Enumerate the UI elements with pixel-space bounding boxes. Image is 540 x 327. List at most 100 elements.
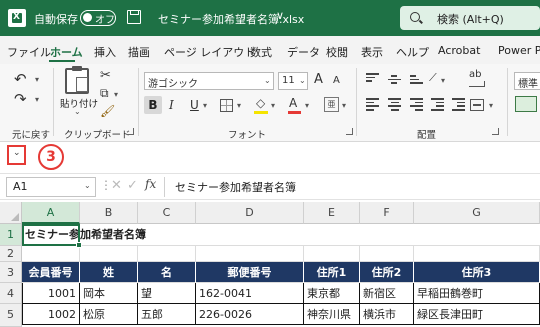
align-right-icon[interactable]	[410, 98, 423, 111]
redo-icon[interactable]: ↷	[14, 90, 27, 108]
align-center-icon[interactable]	[388, 98, 401, 111]
title-cell[interactable]: セミナー参加希望者名簿	[22, 224, 540, 246]
font-color-dropdown-icon[interactable]: ▾	[305, 101, 309, 110]
grid-cell[interactable]	[196, 246, 304, 262]
address3-cell[interactable]: 緑区長津田町	[414, 304, 540, 325]
address1-cell[interactable]: 神奈川県	[304, 304, 360, 325]
tab-file[interactable]: ファイル	[7, 44, 51, 60]
address2-cell[interactable]: 新宿区	[360, 283, 414, 304]
accounting-format-icon[interactable]	[515, 96, 537, 112]
last-name-cell[interactable]: 岡本	[80, 283, 138, 304]
increase-indent-icon[interactable]	[452, 98, 465, 111]
fill-color-dropdown-icon[interactable]: ▾	[271, 101, 275, 110]
tab-home[interactable]: ホーム	[50, 44, 83, 60]
paste-icon[interactable]	[65, 66, 89, 94]
align-bottom-icon[interactable]	[410, 75, 423, 86]
tab-insert[interactable]: 挿入	[94, 44, 116, 60]
row-header-1[interactable]: 1	[0, 224, 22, 246]
column-header-a[interactable]: A	[22, 202, 80, 224]
name-box-caret-icon[interactable]: ⌄	[84, 181, 91, 190]
row-header-2[interactable]: 2	[0, 246, 22, 262]
save-icon[interactable]	[127, 10, 141, 24]
copy-icon[interactable]: ⧉	[100, 86, 109, 101]
select-all-corner[interactable]	[0, 202, 22, 224]
table-header-cell[interactable]: 姓	[80, 262, 138, 283]
fill-handle[interactable]	[76, 242, 82, 248]
format-painter-icon[interactable]: 🖌	[100, 104, 115, 118]
postal-code-cell[interactable]: 226-0026	[196, 304, 304, 325]
table-header-cell[interactable]: 住所1	[304, 262, 360, 283]
member-number-cell[interactable]: 1002	[22, 304, 80, 325]
shrink-font-icon[interactable]: A	[333, 75, 340, 86]
formula-bar-grip-icon[interactable]: ⋮	[100, 178, 112, 192]
last-name-cell[interactable]: 松原	[80, 304, 138, 325]
column-header-b[interactable]: B	[80, 202, 138, 224]
table-header-cell[interactable]: 名	[138, 262, 196, 283]
column-header-g[interactable]: G	[414, 202, 540, 224]
grow-font-icon[interactable]: A	[314, 72, 323, 87]
orientation-dropdown-icon[interactable]: ▾	[441, 76, 445, 85]
autosave-toggle[interactable]: オフ	[80, 10, 116, 26]
undo-icon[interactable]: ↶	[14, 70, 27, 88]
alignment-launcher-icon[interactable]	[492, 128, 499, 135]
grid-cell[interactable]	[360, 246, 414, 262]
first-name-cell[interactable]: 望	[138, 283, 196, 304]
quick-access-dropdown[interactable]: ⌄	[7, 145, 26, 165]
copy-dropdown-icon[interactable]: ▾	[114, 90, 118, 99]
underline-dropdown-icon[interactable]: ▾	[203, 101, 207, 110]
excel-logo-icon[interactable]: X	[8, 9, 26, 27]
align-left-icon[interactable]	[366, 98, 379, 111]
address3-cell[interactable]: 早稲田鶴巻町	[414, 283, 540, 304]
borders-icon[interactable]	[220, 99, 233, 112]
name-box[interactable]: A1	[6, 177, 96, 197]
column-header-d[interactable]: D	[196, 202, 304, 224]
merge-center-icon[interactable]	[470, 99, 484, 111]
address1-cell[interactable]: 東京都	[304, 283, 360, 304]
bold-button[interactable]: B	[144, 96, 162, 114]
tab-page-layout[interactable]: ページ レイアウト	[164, 44, 255, 60]
paste-dropdown-icon[interactable]: ⌄	[74, 107, 81, 116]
row-header-3[interactable]: 3	[0, 262, 22, 283]
decrease-indent-icon[interactable]	[431, 98, 444, 111]
tab-data[interactable]: データ	[287, 44, 320, 60]
tab-view[interactable]: 表示	[361, 44, 383, 60]
phonetic-icon[interactable]: 亜	[324, 97, 339, 112]
grid-cell[interactable]	[80, 246, 138, 262]
fill-color-icon[interactable]: ◇	[256, 96, 265, 110]
grid-cell[interactable]	[22, 246, 80, 262]
member-number-cell[interactable]: 1001	[22, 283, 80, 304]
postal-code-cell[interactable]: 162-0041	[196, 283, 304, 304]
column-header-c[interactable]: C	[138, 202, 196, 224]
merge-dropdown-icon[interactable]: ▾	[489, 101, 493, 110]
align-middle-icon[interactable]	[388, 75, 401, 86]
tab-formulas[interactable]: 数式	[250, 44, 272, 60]
align-top-icon[interactable]	[366, 73, 379, 84]
insert-function-icon[interactable]: fx	[145, 177, 156, 191]
undo-dropdown-icon[interactable]: ▾	[35, 75, 39, 84]
font-launcher-icon[interactable]	[346, 128, 353, 135]
row-header-4[interactable]: 4	[0, 283, 22, 304]
address2-cell[interactable]: 横浜市	[360, 304, 414, 325]
column-header-f[interactable]: F	[360, 202, 414, 224]
font-color-icon[interactable]: A	[289, 96, 297, 110]
italic-button[interactable]: I	[169, 98, 174, 112]
grid-cell[interactable]	[304, 246, 360, 262]
font-name-dropdown[interactable]: 游ゴシック	[144, 72, 274, 90]
first-name-cell[interactable]: 五郎	[138, 304, 196, 325]
column-header-e[interactable]: E	[304, 202, 360, 224]
clipboard-launcher-icon[interactable]	[127, 128, 134, 135]
cancel-entry-icon[interactable]: ✕	[111, 178, 122, 193]
table-header-cell[interactable]: 郵便番号	[196, 262, 304, 283]
table-header-cell[interactable]: 住所3	[414, 262, 540, 283]
tab-power-pivot[interactable]: Power Pi	[498, 44, 540, 57]
wrap-text-icon[interactable]: ab	[469, 70, 481, 80]
enter-entry-icon[interactable]: ✓	[127, 178, 138, 193]
grid-cell[interactable]	[414, 246, 540, 262]
underline-button[interactable]: U	[190, 98, 199, 112]
number-format-dropdown[interactable]: 標準	[514, 72, 540, 90]
redo-dropdown-icon[interactable]: ▾	[35, 95, 39, 104]
orientation-icon[interactable]: ⟋	[429, 71, 437, 85]
cut-icon[interactable]: ✂	[100, 68, 111, 83]
table-header-cell[interactable]: 会員番号	[22, 262, 80, 283]
grid-cell[interactable]	[138, 246, 196, 262]
